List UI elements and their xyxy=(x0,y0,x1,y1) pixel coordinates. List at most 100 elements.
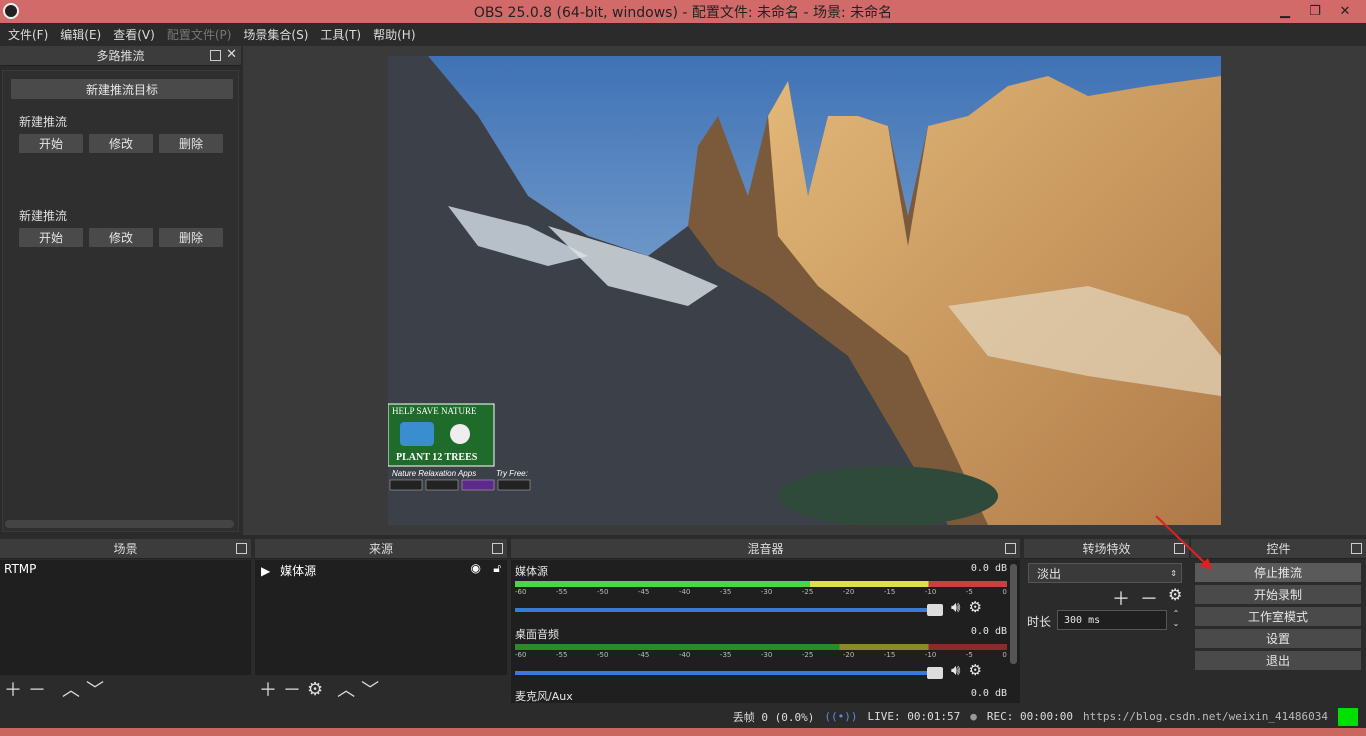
menu-scene-collection[interactable]: 场景集合(S) xyxy=(237,26,314,43)
controls-title: 控件 xyxy=(1266,542,1291,556)
gear-icon[interactable]: ⚙ xyxy=(1168,585,1182,611)
overlay-line1: HELP SAVE NATURE xyxy=(392,406,477,416)
close-icon[interactable]: ✕ xyxy=(1330,0,1360,23)
transitions-title: 转场特效 xyxy=(1082,542,1131,556)
speaker-icon[interactable]: 🔊︎ xyxy=(951,598,960,616)
move-up-icon[interactable]: ︿ xyxy=(337,676,355,702)
menu-bar: 文件(F) 编辑(E) 查看(V) 配置文件(P) 场景集合(S) 工具(T) … xyxy=(0,23,1366,45)
channel-db: 0.0 dB xyxy=(970,626,1007,637)
channel-name: 麦克风/Aux xyxy=(515,690,573,703)
multistream-title: 多路推流 xyxy=(96,49,145,63)
duration-label: 时长 xyxy=(1027,615,1052,629)
gear-icon[interactable]: ⚙ xyxy=(307,679,323,700)
transition-toolbar: ＋ － ⚙ xyxy=(1112,585,1182,611)
eye-icon[interactable]: ◉ xyxy=(471,561,481,575)
watermark-text: https://blog.csdn.net/weixin_41486034 xyxy=(1082,710,1328,723)
add-icon[interactable]: ＋ xyxy=(259,676,277,702)
mixer-dock: 混音器 媒体源 0.0 dB -60 -55 -50 -45 -40 -35 -30 -25-… xyxy=(511,539,1020,703)
delete-button[interactable]: 删除 xyxy=(159,134,223,153)
gear-icon[interactable]: ⚙ xyxy=(968,661,981,679)
volume-meter xyxy=(515,644,1007,650)
float-icon[interactable] xyxy=(1351,543,1362,554)
start-button[interactable]: 开始 xyxy=(19,228,83,247)
volume-slider[interactable] xyxy=(515,603,943,616)
move-up-icon[interactable]: ︿ xyxy=(62,676,80,702)
overlay-line4: Try Free: xyxy=(496,469,528,478)
sources-dock-title: 来源 xyxy=(255,539,507,559)
live-time: LIVE: 00:01:57 xyxy=(867,710,961,723)
mixer-channel: 媒体源 0.0 dB -60 -55 -50 -45 -40 -35 -30 -25 -20 -1… xyxy=(515,563,1007,616)
channel-name: 桌面音频 xyxy=(515,628,559,641)
gear-icon[interactable]: ⚙ xyxy=(968,598,981,616)
speaker-icon[interactable]: 🔊︎ xyxy=(951,661,960,679)
channel-db: 0.0 dB xyxy=(970,563,1007,574)
minimize-icon[interactable]: ▁ xyxy=(1270,0,1300,23)
channel-db: 0.0 dB xyxy=(970,688,1007,699)
preview-area[interactable]: HELP SAVE NATURE PLANT 12 TREES Nature R… xyxy=(243,46,1366,535)
add-icon[interactable]: ＋ xyxy=(1112,585,1130,611)
remove-icon[interactable]: － xyxy=(283,676,301,702)
studio-mode-button[interactable]: 工作室模式 xyxy=(1195,607,1361,626)
exit-button[interactable]: 退出 xyxy=(1195,651,1361,670)
add-icon[interactable]: ＋ xyxy=(4,676,22,702)
edit-button[interactable]: 修改 xyxy=(89,134,153,153)
title-bar: OBS 25.0.8 (64-bit, windows) - 配置文件: 未命名… xyxy=(0,0,1366,23)
horizontal-scrollbar[interactable] xyxy=(5,520,234,528)
scenes-title: 场景 xyxy=(113,542,138,556)
menu-edit[interactable]: 编辑(E) xyxy=(54,26,107,43)
play-icon: ▶ xyxy=(261,564,271,578)
vertical-scrollbar[interactable] xyxy=(1010,564,1017,664)
float-icon[interactable] xyxy=(1005,543,1016,554)
menu-help[interactable]: 帮助(H) xyxy=(367,26,421,43)
edit-button[interactable]: 修改 xyxy=(89,228,153,247)
preview-video: HELP SAVE NATURE PLANT 12 TREES Nature R… xyxy=(388,56,1221,525)
move-down-icon[interactable]: ﹀ xyxy=(86,676,104,702)
float-icon[interactable] xyxy=(492,543,503,554)
scenes-list[interactable]: RTMP xyxy=(0,560,251,675)
float-icon[interactable] xyxy=(236,543,247,554)
move-down-icon[interactable]: ﹀ xyxy=(361,676,379,702)
remove-icon[interactable]: － xyxy=(28,676,46,702)
menu-profile[interactable]: 配置文件(P) xyxy=(161,26,238,43)
new-target-button[interactable]: 新建推流目标 xyxy=(11,79,233,99)
obs-logo-icon xyxy=(3,3,19,19)
scenes-dock-title: 场景 xyxy=(0,539,251,559)
taskbar xyxy=(0,728,1366,736)
volume-slider[interactable] xyxy=(515,666,943,679)
mixer-body: 媒体源 0.0 dB -60 -55 -50 -45 -40 -35 -30 -25 -20 -1… xyxy=(511,560,1020,703)
sources-dock: 来源 ▶ 媒体源 ◉ 🔓︎ ＋ － ⚙ ︿ ﹀ xyxy=(255,539,507,703)
settings-button[interactable]: 设置 xyxy=(1195,629,1361,648)
menu-view[interactable]: 查看(V) xyxy=(107,26,161,43)
remove-icon[interactable]: － xyxy=(1140,585,1158,611)
stream-label: 新建推流 xyxy=(19,115,68,129)
rec-icon: ● xyxy=(970,710,977,723)
slider-knob[interactable] xyxy=(927,603,943,616)
duration-input[interactable]: 300 ms xyxy=(1057,610,1167,630)
multistream-dock: 多路推流 ✕ 新建推流目标 新建推流 开始 修改 删除 新建推流 开始 修改 删… xyxy=(0,46,241,535)
delete-button[interactable]: 删除 xyxy=(159,228,223,247)
mountain-scene-image: HELP SAVE NATURE PLANT 12 TREES Nature R… xyxy=(388,56,1221,525)
mixer-channel: 桌面音频 0.0 dB -60 -55 -50 -45 -40 -35 -30 -25 -20-… xyxy=(515,626,1007,679)
volume-meter xyxy=(515,581,1007,587)
start-recording-button[interactable]: 开始录制 xyxy=(1195,585,1361,604)
float-icon[interactable] xyxy=(210,50,221,61)
slider-knob[interactable] xyxy=(927,666,943,679)
mixer-title: 混音器 xyxy=(747,542,784,556)
menu-file[interactable]: 文件(F) xyxy=(2,26,54,43)
start-button[interactable]: 开始 xyxy=(19,134,83,153)
list-item[interactable]: RTMP xyxy=(0,560,251,578)
lock-icon[interactable]: 🔓︎ xyxy=(493,561,501,576)
overlay-line3: Nature Relaxation Apps xyxy=(392,469,476,478)
meter-ticks: -60 -55 -50 -45 -40 -35 -30 -25 -20 -15 -10 -5 0 xyxy=(515,651,1007,659)
source-name: 媒体源 xyxy=(280,564,317,578)
status-indicator xyxy=(1338,707,1358,726)
red-arrow-annotation xyxy=(1155,515,1212,570)
menu-tools[interactable]: 工具(T) xyxy=(314,26,367,43)
duration-spinner[interactable]: ⌃ ⌄ xyxy=(1169,609,1183,631)
sources-title: 来源 xyxy=(368,542,393,556)
maximize-icon[interactable]: ❐ xyxy=(1300,0,1330,23)
close-icon[interactable]: ✕ xyxy=(226,47,237,62)
sources-list[interactable]: ▶ 媒体源 ◉ 🔓︎ xyxy=(255,560,507,675)
list-item[interactable]: ▶ 媒体源 ◉ 🔓︎ xyxy=(255,560,507,581)
channel-name: 媒体源 xyxy=(515,565,548,578)
